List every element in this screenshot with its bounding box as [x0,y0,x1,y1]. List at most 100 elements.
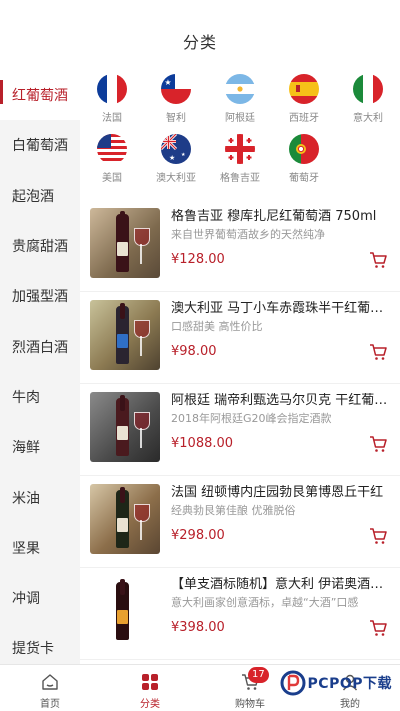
georgia-flag-icon [225,134,255,164]
product-price: ¥98.00 [171,344,217,359]
sidebar-item-rice-oil[interactable]: 米油 [0,472,80,522]
tab-home[interactable]: 首页 [0,665,100,711]
sidebar-item-label: 加强型酒 [12,289,68,306]
country-label: 美国 [102,173,122,184]
product-image [90,300,160,370]
sidebar-item-label: 白葡萄酒 [12,138,68,155]
sidebar-item-label: 烈酒白酒 [12,339,68,356]
watermark: PCPOP下载 [280,668,392,698]
product-title: 法国 纽顿博内庄园勃艮第博恩丘干红 [171,485,384,500]
header: 分类 [0,0,400,70]
sidebar-item-label: 坚果 [12,540,40,557]
country-france[interactable]: 法国 [80,74,144,134]
sidebar-item-nuts[interactable]: 坚果 [0,523,80,573]
sidebar-item-beef[interactable]: 牛肉 [0,372,80,422]
product-price: ¥298.00 [171,528,225,543]
country-label: 西班牙 [289,113,319,124]
sidebar-item-label: 提货卡 [12,641,54,658]
australia-flag-icon: ★ ★ [161,134,191,164]
country-grid: 法国 ★ 智利 阿根廷 西班牙 意大利 美国 ★ ★ 澳大利亚 格鲁吉亚 葡萄牙 [80,70,400,194]
product-price: ¥398.00 [171,620,225,635]
cart-count-badge: 17 [248,667,269,683]
country-spain[interactable]: 西班牙 [272,74,336,134]
main-content: 法国 ★ 智利 阿根廷 西班牙 意大利 美国 ★ ★ 澳大利亚 格鲁吉亚 葡萄牙… [80,70,400,664]
product-subtitle: 2018年阿根廷G20峰会指定酒款 [171,412,332,425]
country-label: 法国 [102,113,122,124]
product-price: ¥1088.00 [171,436,234,451]
country-label: 葡萄牙 [289,173,319,184]
product-image [90,208,160,278]
svg-text:★: ★ [181,152,186,158]
sidebar-item-label: 红葡萄酒 [12,88,68,105]
add-to-cart-icon[interactable] [368,250,388,270]
product-list: 格鲁吉亚 穆库扎尼红葡萄酒 750ml 来自世界葡萄酒故乡的天然纯净 ¥128.… [80,200,400,660]
product-subtitle: 经典勃艮第佳酿 优雅脱俗 [171,504,296,517]
product-title: 阿根廷 瑞帝利甄选马尔贝克 干红葡萄酒 [171,393,392,408]
sidebar-item-drinks[interactable]: 冲调 [0,573,80,623]
product-title: 格鲁吉亚 穆库扎尼红葡萄酒 750ml [171,209,377,224]
product-card[interactable]: 格鲁吉亚 穆库扎尼红葡萄酒 750ml 来自世界葡萄酒故乡的天然纯净 ¥128.… [80,200,400,292]
spain-flag-icon [289,74,319,104]
tab-label: 首页 [40,699,60,710]
country-label: 意大利 [353,113,383,124]
svg-text:★: ★ [169,154,175,162]
sidebar-item-label: 起泡酒 [12,188,54,205]
sidebar-item-label: 米油 [12,490,40,507]
country-label: 澳大利亚 [156,173,196,184]
country-chile[interactable]: ★ 智利 [144,74,208,134]
sidebar-item-sparkling[interactable]: 起泡酒 [0,171,80,221]
sidebar-item-spirits[interactable]: 烈酒白酒 [0,321,80,371]
product-title: 【单支酒标随机】意大利 伊诺奥酒庄干红 [171,577,392,592]
sidebar-item-sweet-wine[interactable]: 贵腐甜酒 [0,221,80,271]
sidebar-item-label: 冲调 [12,591,40,608]
sidebar-item-white-wine[interactable]: 白葡萄酒 [0,120,80,170]
country-australia[interactable]: ★ ★ 澳大利亚 [144,134,208,194]
portugal-flag-icon [289,134,319,164]
sidebar-item-red-wine[interactable]: 红葡萄酒 [0,70,80,121]
italy-flag-icon [353,74,383,104]
argentina-flag-icon [225,74,255,104]
country-italy[interactable]: 意大利 [336,74,400,134]
product-title: 澳大利亚 马丁小车赤霞珠半干红葡萄酒 [171,301,392,316]
country-label: 智利 [166,113,186,124]
product-image [90,392,160,462]
page-title: 分类 [182,33,217,52]
home-icon [42,674,58,690]
france-flag-icon [97,74,127,104]
country-argentina[interactable]: 阿根廷 [208,74,272,134]
country-label: 阿根廷 [225,113,255,124]
add-to-cart-icon[interactable] [368,434,388,454]
chile-flag-icon: ★ [161,74,191,104]
product-subtitle: 意大利画家创意酒标，卓越“大酒”口感 [171,596,359,609]
category-sidebar: 红葡萄酒 白葡萄酒 起泡酒 贵腐甜酒 加强型酒 烈酒白酒 牛肉 海鲜 米油 坚果… [0,70,80,664]
product-image [90,576,160,646]
country-usa[interactable]: 美国 [80,134,144,194]
country-portugal[interactable]: 葡萄牙 [272,134,336,194]
product-subtitle: 口感甜美 高性价比 [171,320,263,333]
product-subtitle: 来自世界葡萄酒故乡的天然纯净 [171,228,325,241]
product-card[interactable]: 澳大利亚 马丁小车赤霞珠半干红葡萄酒 口感甜美 高性价比 ¥98.00 [80,292,400,384]
sidebar-item-seafood[interactable]: 海鲜 [0,422,80,472]
country-georgia[interactable]: 格鲁吉亚 [208,134,272,194]
watermark-text: PCPOP下载 [307,676,392,692]
product-price: ¥128.00 [171,252,225,267]
country-label: 格鲁吉亚 [220,173,260,184]
add-to-cart-icon[interactable] [368,526,388,546]
product-card[interactable]: 【单支酒标随机】意大利 伊诺奥酒庄干红 意大利画家创意酒标，卓越“大酒”口感 ¥… [80,568,400,660]
product-card[interactable]: 阿根廷 瑞帝利甄选马尔贝克 干红葡萄酒 2018年阿根廷G20峰会指定酒款 ¥1… [80,384,400,476]
sidebar-item-fortified[interactable]: 加强型酒 [0,271,80,321]
pcpop-logo-icon [280,670,306,696]
add-to-cart-icon[interactable] [368,342,388,362]
sidebar-item-label: 海鲜 [12,440,40,457]
tab-category[interactable]: 分类 [100,665,200,711]
tab-label: 分类 [140,699,160,710]
category-grid-icon [142,674,158,690]
product-image [90,484,160,554]
sidebar-item-label: 牛肉 [12,389,40,406]
tab-label: 购物车 [235,699,265,710]
svg-text:★: ★ [164,78,171,87]
usa-flag-icon [97,134,127,164]
product-card[interactable]: 法国 纽顿博内庄园勃艮第博恩丘干红 经典勃艮第佳酿 优雅脱俗 ¥298.00 [80,476,400,568]
add-to-cart-icon[interactable] [368,618,388,638]
sidebar-item-label: 贵腐甜酒 [12,239,68,256]
